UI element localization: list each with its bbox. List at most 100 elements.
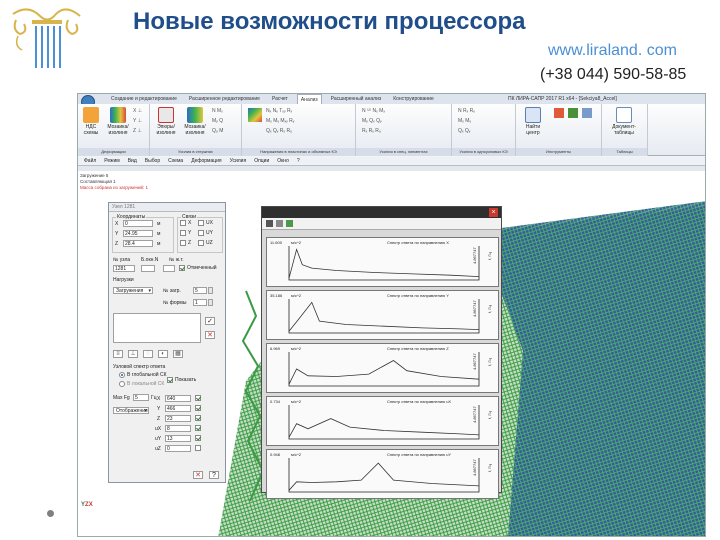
special-m-icons[interactable]: Mᵧ Qₓ Qᵧ xyxy=(362,118,382,124)
ribbon-group-deformations: НДС схемы Мозаика/изолиня X ⊥ Y ⊥ Z ⊥ Де… xyxy=(78,104,150,156)
deform-x-icon[interactable]: X ⊥ xyxy=(133,108,142,114)
plate-m-icons[interactable]: Mₓ Mᵧ Mₓᵧ Rᵧ xyxy=(266,118,294,124)
delete-icon[interactable]: ✕ xyxy=(205,331,215,339)
dir-uz-field[interactable]: 0 xyxy=(165,445,191,452)
deform-z-icon[interactable]: Z ⊥ xyxy=(133,128,142,134)
mosaic-button[interactable]: Мозаика/изолиня xyxy=(106,107,130,136)
menu-mode[interactable]: Режим xyxy=(104,157,119,165)
force-m-icon[interactable]: Mᵧ Q xyxy=(212,118,223,124)
force-q-icon[interactable]: Qᵤ M xyxy=(212,128,223,134)
apply-icon[interactable]: ✓ xyxy=(205,317,215,325)
dir-z-field[interactable]: 23 xyxy=(165,415,191,422)
dir-uy-checkbox[interactable] xyxy=(195,435,201,441)
tab-icon-4[interactable]: ◐ xyxy=(158,350,168,358)
print-icon[interactable] xyxy=(266,220,273,227)
rod-mosaic-button[interactable]: Мозаика/изолиня xyxy=(182,107,208,136)
peak-unit: м/с^2 xyxy=(291,452,301,457)
dir-uy-field[interactable]: 13 xyxy=(165,435,191,442)
export-icon[interactable] xyxy=(286,220,293,227)
menu-deformation[interactable]: Деформация xyxy=(191,157,221,165)
tool-green-icon[interactable] xyxy=(568,108,578,118)
spectrum-title: Спектр ответа по направлению X xyxy=(387,240,449,245)
model-canvas[interactable]: Загружение 5 Составляющая 1 Масса собран… xyxy=(78,171,705,536)
copy-icon[interactable] xyxy=(276,220,283,227)
load-no-spinner[interactable] xyxy=(208,287,213,294)
tab-icon-5[interactable]: ▦ xyxy=(173,350,183,358)
link-x-checkbox[interactable] xyxy=(180,220,186,226)
dir-ux-checkbox[interactable] xyxy=(195,425,201,431)
marked-checkbox[interactable] xyxy=(179,265,185,271)
stress-state-button[interactable]: НДС схемы xyxy=(81,107,101,136)
max-fg-label: Max Fg xyxy=(113,395,130,401)
dir-z-checkbox[interactable] xyxy=(195,415,201,421)
show-checkbox[interactable] xyxy=(167,377,173,383)
menu-window[interactable]: Окно xyxy=(277,157,289,165)
menu-forces[interactable]: Усилия xyxy=(230,157,247,165)
doc-tables-button[interactable]: Документ-таблицы xyxy=(606,107,642,136)
dir-x-field[interactable]: 640 xyxy=(165,395,191,402)
find-center-button[interactable]: Найти центр xyxy=(520,107,546,136)
plate-stress-icon[interactable] xyxy=(248,108,262,122)
plate-n-icons[interactable]: Nₓ Nᵧ Tₓᵧ Rₓ xyxy=(266,108,292,114)
spectrum-curve xyxy=(288,301,480,332)
loads-list[interactable] xyxy=(113,313,201,343)
dir-ux-field[interactable]: 8 xyxy=(165,425,191,432)
nzh-field[interactable] xyxy=(163,265,175,272)
tab-icon-3[interactable]: ◌ xyxy=(143,350,153,358)
local-field[interactable] xyxy=(141,265,155,272)
special-n-icons[interactable]: N ⁽²⁾ Nₓ Mₓ xyxy=(362,108,385,114)
form-no-field[interactable]: 1 xyxy=(193,299,207,306)
spectrum-title: Спектр ответа по направлению Z xyxy=(387,346,449,351)
single-n-icons[interactable]: N Rₓ Rᵧ xyxy=(458,108,475,114)
global-cs-radio[interactable] xyxy=(119,372,125,378)
freq-axis-label: f, Гц xyxy=(487,252,492,260)
form-no-spinner[interactable] xyxy=(208,299,213,306)
group-label: Усилия в одноузловых КЭ xyxy=(452,148,515,156)
node-info-panel: Узел 1281 Координаты X 0 м Y 24.95 м Z 2… xyxy=(108,202,226,483)
link-uy-checkbox[interactable] xyxy=(198,230,204,236)
link-y-checkbox[interactable] xyxy=(180,230,186,236)
find-center-icon xyxy=(525,107,541,123)
menu-file[interactable]: Файл xyxy=(84,157,96,165)
tab-icon-2[interactable]: ⊥ xyxy=(128,350,138,358)
dir-y-checkbox[interactable] xyxy=(195,405,201,411)
deform-y-icon[interactable]: Y ⊥ xyxy=(133,118,142,124)
y-field[interactable]: 24.95 xyxy=(123,230,153,237)
local-cs-radio[interactable] xyxy=(119,381,125,387)
spectrum-panel: 0.734 м/с^2 Спектр ответа по направлению u… xyxy=(266,396,499,446)
force-n-icon[interactable]: N Mₓ xyxy=(212,108,223,114)
loads-select[interactable]: Загружения xyxy=(113,287,153,294)
menu-help[interactable]: ? xyxy=(297,157,300,165)
tab-icon-1[interactable]: ≡ xyxy=(113,350,123,358)
dir-y-field[interactable]: 466 xyxy=(165,405,191,412)
link-uy-label: UY xyxy=(206,230,213,236)
max-fg-field[interactable]: 5 xyxy=(133,394,149,401)
plate-q-icons[interactable]: Qₓ Qᵧ Rₓ Rᵤ xyxy=(266,128,292,134)
menu-select[interactable]: Выбор xyxy=(145,157,160,165)
dir-uz-checkbox[interactable] xyxy=(195,445,201,451)
z-field[interactable]: 28.4 xyxy=(123,240,153,247)
close-icon[interactable]: × xyxy=(489,208,498,217)
diagrams-button[interactable]: Эпюры/изолиня xyxy=(154,107,178,136)
x-field[interactable]: 0 xyxy=(123,220,153,227)
website-link[interactable]: www.liraland. com xyxy=(548,42,677,60)
link-uz-checkbox[interactable] xyxy=(198,240,204,246)
tool-red-icon[interactable] xyxy=(554,108,564,118)
link-z-checkbox[interactable] xyxy=(180,240,186,246)
mosaic-label: Мозаика/изолиня xyxy=(107,124,129,136)
spectrum-plot xyxy=(288,299,480,334)
dir-x-checkbox[interactable] xyxy=(195,395,201,401)
tool-blue-icon[interactable] xyxy=(582,108,592,118)
single-m-icons[interactable]: Mₓ Mᵧ xyxy=(458,118,471,124)
help-button[interactable]: ? xyxy=(209,471,219,479)
single-q-icons[interactable]: Qₓ Qᵧ xyxy=(458,128,470,134)
load-no-field[interactable]: 5 xyxy=(193,287,207,294)
close-panel-button[interactable]: ✕ xyxy=(193,471,203,479)
node-no-field[interactable]: 1281 xyxy=(113,265,135,272)
display-mode-select[interactable]: Отображение xyxy=(113,407,149,414)
menu-options[interactable]: Опции xyxy=(254,157,269,165)
menu-view[interactable]: Вид xyxy=(128,157,137,165)
link-ux-checkbox[interactable] xyxy=(198,220,204,226)
menu-scheme[interactable]: Схема xyxy=(168,157,183,165)
special-r-icons[interactable]: Rₓ Rᵧ Rᵤ xyxy=(362,128,381,134)
